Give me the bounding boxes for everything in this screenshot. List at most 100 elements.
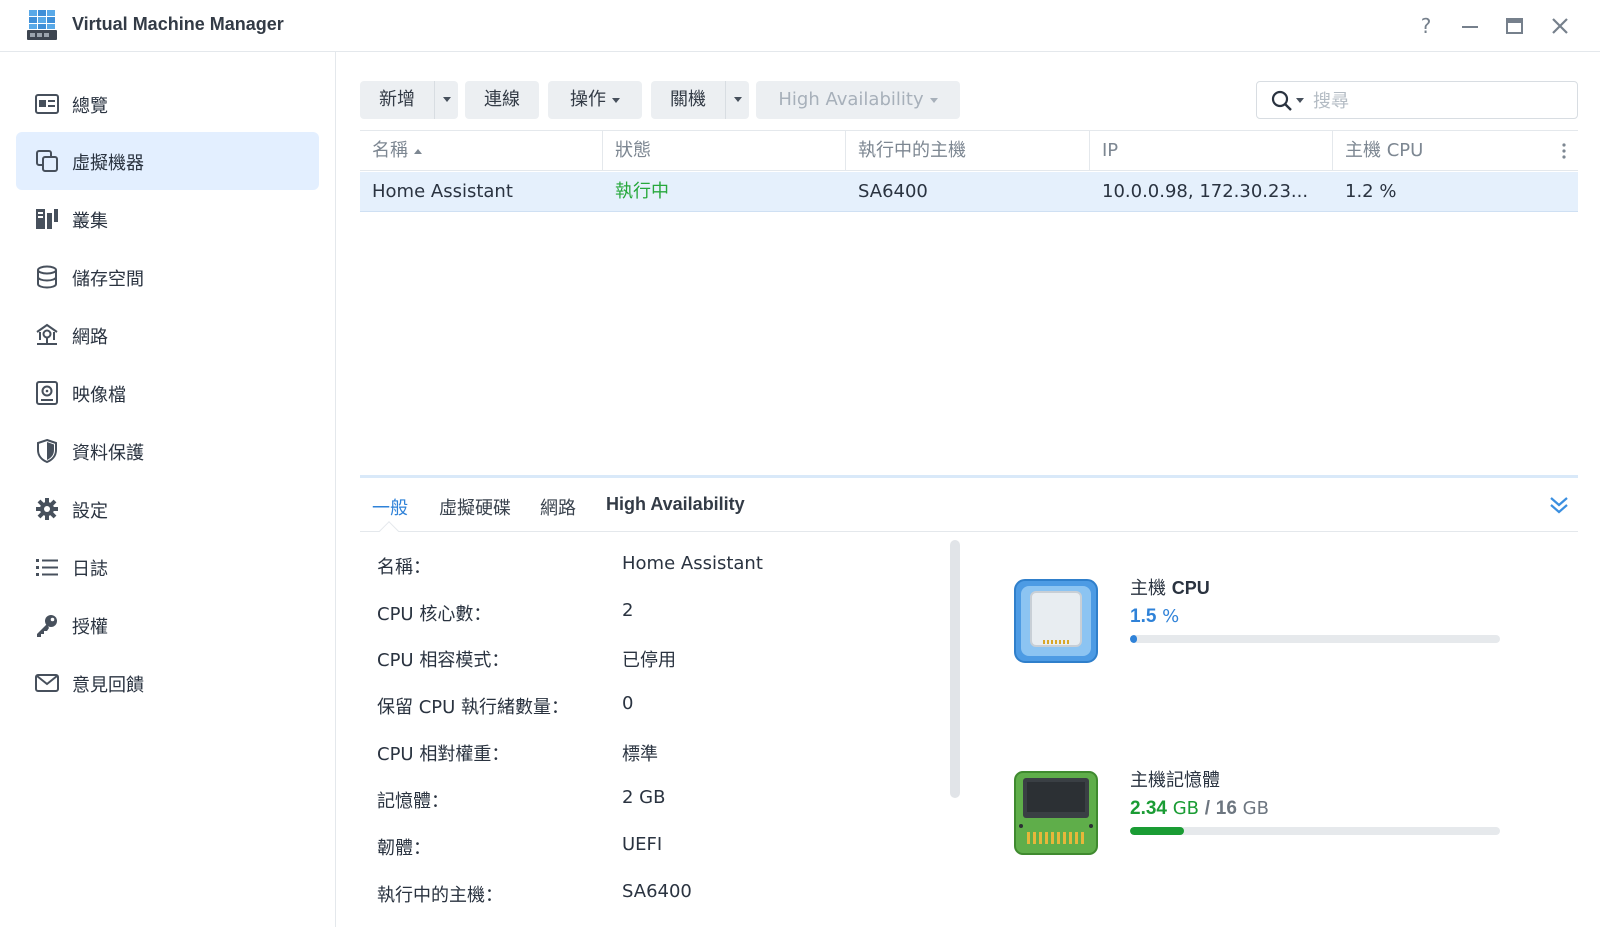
sidebar-item-log[interactable]: 日誌 (16, 538, 319, 596)
table-header: 名稱 狀態 執行中的主機 IP 主機 CPU (360, 131, 1578, 171)
search-input[interactable] (1313, 88, 1563, 114)
tab-network[interactable]: 網路 (540, 494, 576, 520)
prop-value-cpu-cores: 2 (622, 600, 634, 621)
prop-value-reserved-threads: 0 (622, 693, 634, 714)
high-availability-label: High Availability (778, 89, 924, 110)
sidebar-item-settings[interactable]: 設定 (16, 480, 319, 538)
sidebar-item-network[interactable]: 網路 (16, 306, 319, 364)
connect-button[interactable]: 連線 (465, 81, 539, 119)
sidebar-item-virtual-machine[interactable]: 虛擬機器 (16, 132, 319, 190)
chevron-down-icon (612, 97, 620, 103)
image-icon (36, 381, 58, 405)
maximize-icon (1506, 18, 1523, 34)
prop-label-cpu-weight: CPU 相對權重： (377, 744, 510, 765)
prop-label-firmware: 韌體： (377, 838, 431, 859)
action-label: 操作 (570, 89, 606, 110)
sidebar-item-feedback[interactable]: 意見回饋 (16, 654, 319, 712)
column-header-label: 狀態 (615, 140, 651, 161)
memory-used-number: 2.34 (1130, 798, 1167, 819)
column-menu-button[interactable] (1550, 131, 1578, 171)
column-header-ip[interactable]: IP (1090, 131, 1333, 171)
sidebar-item-label: 映像檔 (72, 385, 126, 406)
column-header-label: 主機 CPU (1345, 140, 1424, 161)
table-row[interactable]: Home Assistant 執行中 SA6400 10.0.0.98, 172… (360, 172, 1578, 212)
tab-virtual-disk[interactable]: 虛擬硬碟 (439, 494, 511, 520)
shutdown-button[interactable]: 關機 (651, 81, 725, 119)
more-vertical-icon (1562, 143, 1566, 159)
cpu-usage-value: 1.5 % (1130, 606, 1179, 628)
sort-ascending-icon (414, 148, 422, 154)
key-icon (37, 615, 57, 637)
memory-usage-title: 主機記憶體 (1130, 770, 1220, 791)
sidebar-item-label: 資料保護 (72, 443, 144, 464)
cpu-usage-title: 主機 CPU (1130, 574, 1210, 600)
chevron-down-icon (734, 97, 742, 102)
search-box[interactable] (1256, 81, 1578, 119)
cell-cpu: 1.2 % (1345, 181, 1397, 202)
virtual-machine-icon (36, 150, 58, 172)
overview-icon (35, 94, 59, 114)
cluster-icon (36, 209, 58, 229)
action-button[interactable]: 操作 (548, 81, 642, 119)
column-header-status[interactable]: 狀態 (603, 131, 846, 171)
help-button[interactable]: ? (1412, 12, 1440, 40)
prop-value-running-host: SA6400 (622, 881, 692, 902)
prop-label-memory: 記憶體： (377, 791, 449, 812)
cpu-title-bold: CPU (1171, 578, 1210, 598)
prop-label-cpu-cores: CPU 核心數： (377, 604, 492, 625)
sidebar-item-label: 叢集 (72, 211, 108, 232)
minimize-button[interactable] (1456, 12, 1484, 40)
search-filter-chevron-icon[interactable] (1296, 98, 1304, 103)
tab-high-availability[interactable]: High Availability (606, 494, 745, 515)
column-header-host[interactable]: 執行中的主機 (846, 131, 1090, 171)
memory-total-unit: GB (1242, 798, 1269, 819)
column-header-label: 名稱 (372, 140, 408, 161)
detail-scrollbar[interactable] (950, 540, 960, 798)
sidebar-item-overview[interactable]: 總覽 (16, 75, 319, 133)
cell-host: SA6400 (858, 181, 928, 202)
memory-usage-value: 2.34 GB / 16 GB (1130, 798, 1269, 820)
cell-ip: 10.0.0.98, 172.30.23... (1102, 181, 1309, 202)
cell-name: Home Assistant (372, 181, 513, 202)
sidebar-item-data-protection[interactable]: 資料保護 (16, 422, 319, 480)
add-button[interactable]: 新增 (360, 81, 434, 119)
sidebar-item-image[interactable]: 映像檔 (16, 364, 319, 422)
sidebar-item-storage[interactable]: 儲存空間 (16, 248, 319, 306)
prop-value-memory: 2 GB (622, 787, 666, 808)
sidebar-item-cluster[interactable]: 叢集 (16, 190, 319, 248)
cpu-usage-bar-fill (1130, 635, 1138, 643)
active-tab-indicator (379, 521, 399, 541)
gear-icon (36, 498, 58, 520)
prop-value-cpu-weight: 標準 (622, 744, 658, 765)
sidebar-item-license[interactable]: 授權 (16, 596, 319, 654)
log-icon (36, 559, 58, 576)
cell-status: 執行中 (615, 181, 669, 202)
vm-table: 名稱 狀態 執行中的主機 IP 主機 CPU Home Assistant 執行… (360, 130, 1578, 475)
memory-usage-bar-fill (1130, 827, 1185, 835)
maximize-button[interactable] (1500, 12, 1528, 40)
double-chevron-down-icon[interactable] (1548, 494, 1570, 516)
app-title: Virtual Machine Manager (72, 14, 284, 34)
sidebar-item-label: 意見回饋 (72, 675, 144, 696)
minimize-icon (1462, 26, 1478, 28)
prop-label-reserved-threads: 保留 CPU 執行緒數量： (377, 697, 570, 718)
close-button[interactable] (1546, 12, 1574, 40)
title-bar: Virtual Machine Manager ? (0, 0, 1600, 52)
column-header-cpu[interactable]: 主機 CPU (1333, 131, 1550, 171)
tab-general[interactable]: 一般 (372, 494, 408, 520)
sidebar-item-label: 虛擬機器 (72, 153, 144, 174)
sidebar-item-label: 總覽 (72, 96, 108, 117)
shutdown-dropdown-button[interactable] (725, 81, 749, 119)
prop-label-cpu-compat: CPU 相容模式： (377, 650, 510, 671)
memory-chip-icon (1014, 771, 1098, 855)
sidebar: 總覽 虛擬機器 叢集 儲存空間 網路 映像檔 資料保護 設定 日誌 授權 意見回… (0, 52, 336, 927)
prop-value-firmware: UEFI (622, 834, 663, 855)
chevron-down-icon (443, 97, 451, 102)
add-dropdown-button[interactable] (434, 81, 458, 119)
sidebar-item-label: 儲存空間 (72, 269, 144, 290)
cpu-usage-bar (1130, 635, 1500, 643)
network-icon (36, 323, 58, 345)
detail-panel: 一般 虛擬硬碟 網路 High Availability 名稱： Home As… (360, 475, 1578, 927)
column-header-name[interactable]: 名稱 (360, 131, 603, 171)
prop-label-running-host: 執行中的主機： (377, 885, 503, 906)
